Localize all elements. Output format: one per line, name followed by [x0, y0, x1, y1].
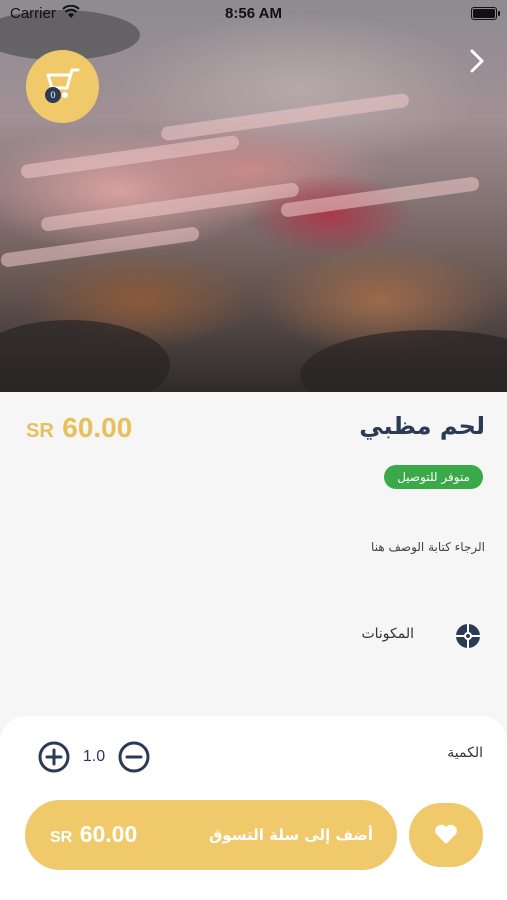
heart-icon	[435, 824, 457, 844]
add-to-cart-label: أضف إلى سلة التسوق	[208, 826, 373, 844]
cart-button[interactable]: 0	[26, 50, 99, 123]
add-to-cart-currency: SR	[50, 829, 73, 846]
clock: 8:56 AM	[225, 5, 282, 22]
add-to-cart-price: SR 60.00	[50, 821, 137, 848]
favorite-button[interactable]	[409, 803, 483, 867]
minus-icon[interactable]	[118, 741, 150, 777]
product-description: الرجاء كتابة الوصف هنا	[371, 540, 485, 554]
product-title: لحم مظبي	[359, 412, 485, 440]
chevron-right-icon[interactable]	[467, 48, 487, 78]
status-bar: Carrier 8:56 AM	[0, 0, 507, 28]
add-to-cart-button[interactable]: SR 60.00 أضف إلى سلة التسوق	[25, 800, 397, 870]
ingredients-icon	[455, 623, 481, 653]
battery-icon	[471, 7, 500, 20]
price-amount: 60.00	[62, 412, 133, 443]
price-currency: SR	[26, 420, 54, 442]
cart-count-badge: 0	[45, 87, 61, 103]
availability-badge: متوفر للتوصيل	[384, 465, 483, 489]
quantity-value: 1.0	[82, 748, 106, 765]
product-price: SR 60.00	[26, 412, 132, 444]
quantity-label: الكمية	[447, 745, 483, 761]
add-to-cart-amount: 60.00	[79, 821, 138, 847]
plus-icon[interactable]	[38, 741, 70, 777]
ingredients-label[interactable]: المكونات	[361, 626, 414, 642]
